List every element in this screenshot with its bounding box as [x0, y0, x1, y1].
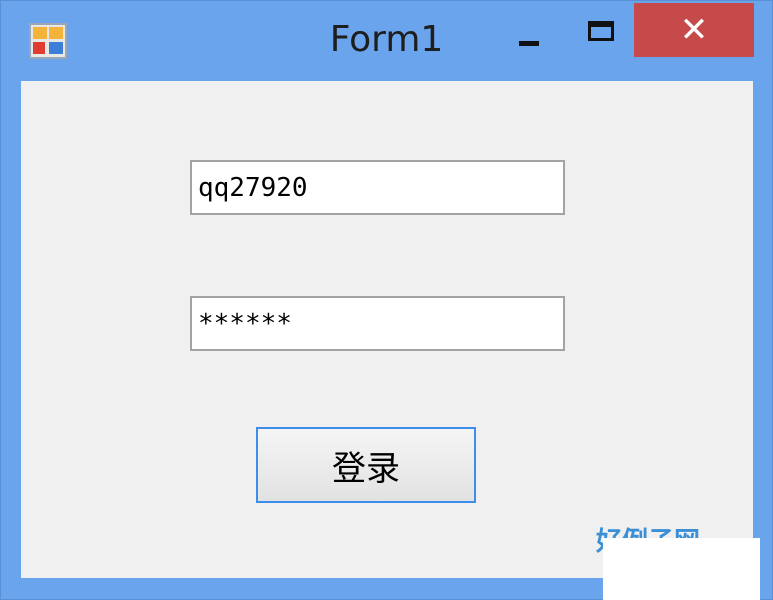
- form-client-area: 登录 好例子网: [21, 81, 753, 578]
- minimize-button[interactable]: [505, 9, 557, 63]
- minimize-icon: [519, 41, 539, 46]
- username-input[interactable]: [190, 160, 565, 215]
- login-button[interactable]: 登录: [256, 427, 476, 503]
- white-overlay-patch: [603, 538, 760, 600]
- maximize-button[interactable]: [575, 9, 627, 63]
- app-window: Form1 ✕ 登录 好例子网: [0, 0, 773, 600]
- close-icon: ✕: [679, 10, 709, 50]
- close-button[interactable]: ✕: [634, 3, 754, 57]
- password-input[interactable]: [190, 296, 565, 351]
- title-bar[interactable]: Form1 ✕: [1, 1, 772, 81]
- maximize-icon: [588, 21, 614, 41]
